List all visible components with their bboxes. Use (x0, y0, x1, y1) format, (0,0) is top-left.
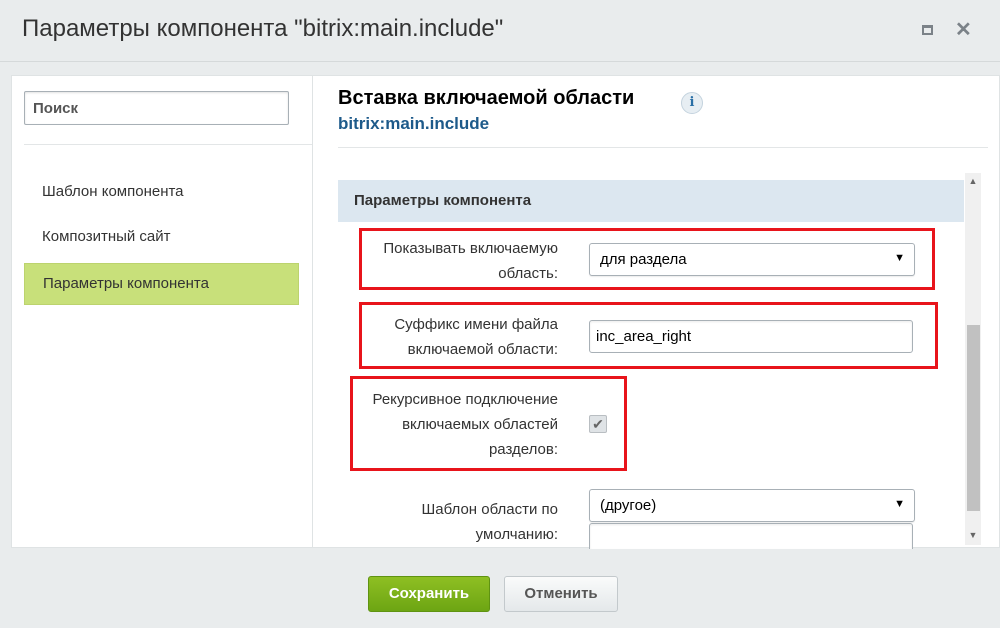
sidebar-panel: Шаблон компонента Композитный сайт Парам… (11, 75, 313, 548)
highlight-box (359, 302, 938, 369)
highlight-box (359, 228, 935, 290)
save-button[interactable]: Сохранить (368, 576, 490, 612)
sidebar-item-component-template[interactable]: Шаблон компонента (24, 172, 299, 214)
template-extra-input[interactable] (589, 523, 913, 549)
sidebar-divider (24, 144, 312, 145)
dialog-footer: Сохранить Отменить (0, 560, 1000, 628)
component-title: Вставка включаемой области (338, 87, 635, 109)
cancel-button[interactable]: Отменить (504, 576, 618, 612)
maximize-icon[interactable] (920, 22, 936, 38)
scroll-up-icon[interactable]: ▲ (965, 173, 981, 189)
search-input[interactable] (24, 91, 289, 125)
header-divider (338, 147, 988, 148)
highlight-box (350, 376, 627, 471)
scrollbar-thumb[interactable] (967, 325, 980, 511)
chevron-down-icon: ▼ (894, 498, 905, 510)
template-value: (другое) (600, 497, 657, 514)
scroll-down-icon[interactable]: ▼ (965, 527, 981, 543)
template-label-line1: Шаблон области по (421, 501, 558, 518)
template-label-line2: умолчанию: (475, 526, 558, 543)
dialog-title: Параметры компонента "bitrix:main.includ… (22, 15, 504, 42)
template-select[interactable]: (другое) ▼ (589, 489, 915, 522)
dialog-titlebar: Параметры компонента "bitrix:main.includ… (0, 0, 1000, 62)
section-header: Параметры компонента (338, 180, 964, 222)
info-icon[interactable]: i (681, 92, 703, 114)
sidebar-item-component-params[interactable]: Параметры компонента (24, 263, 299, 305)
params-panel: Вставка включаемой области i bitrix:main… (313, 75, 1000, 549)
close-icon[interactable]: ✕ (955, 20, 972, 40)
component-code: bitrix:main.include (338, 114, 490, 133)
scrollbar[interactable]: ▲ ▼ (965, 173, 981, 545)
sidebar-item-composite-site[interactable]: Композитный сайт (24, 217, 299, 259)
template-label: Шаблон области по умолчанию: (338, 497, 558, 547)
